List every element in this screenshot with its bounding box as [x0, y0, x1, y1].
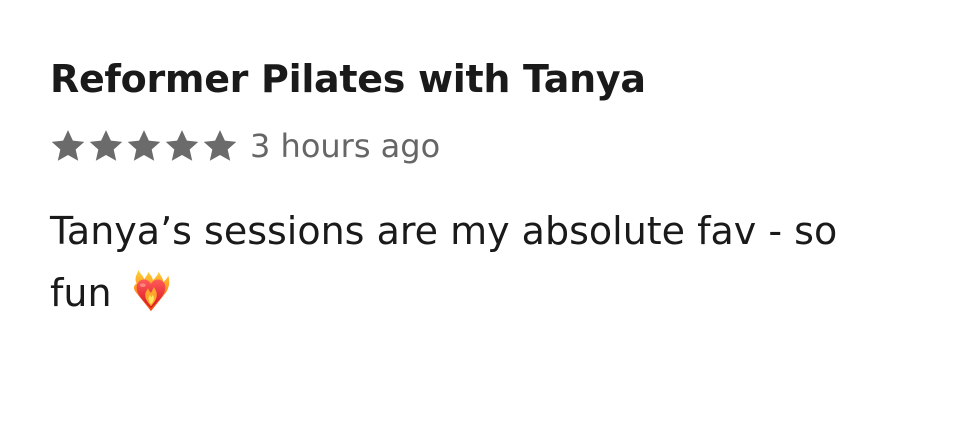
star-rating	[50, 129, 238, 163]
star-icon	[165, 130, 199, 161]
star-icon	[127, 130, 161, 161]
review-timestamp: 3 hours ago	[250, 127, 441, 165]
review-meta: 3 hours ago	[50, 126, 930, 166]
star-icon	[89, 130, 123, 161]
review-title: Reformer Pilates with Tanya	[50, 57, 646, 101]
star-icon	[51, 130, 85, 161]
heart-on-fire-icon	[133, 269, 169, 312]
review-card: Reformer Pilates with Tanya 3 hours ago …	[50, 50, 930, 324]
star-icon	[203, 130, 237, 161]
review-body: Tanya’s sessions are my absolute fav - s…	[50, 200, 910, 324]
